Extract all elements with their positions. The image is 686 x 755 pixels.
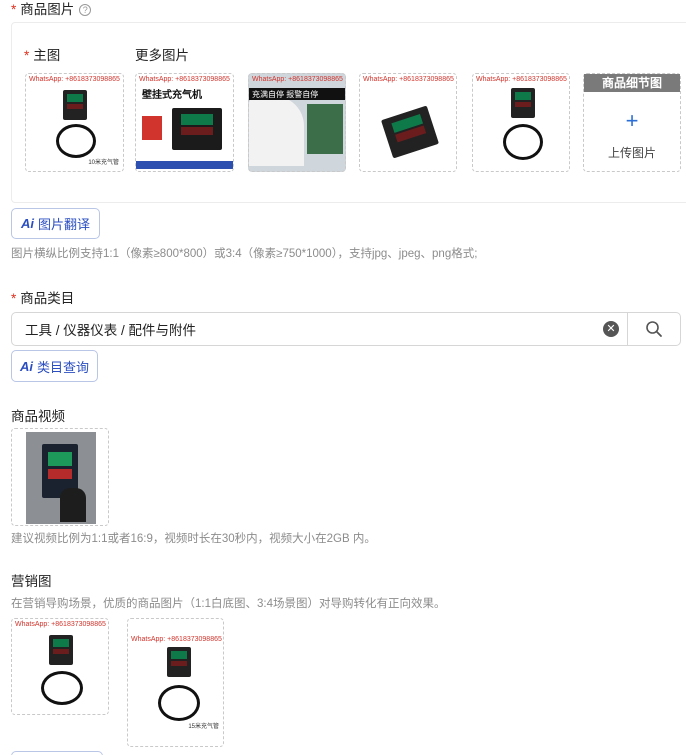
more-image-thumb[interactable]: WhatsApp: +8618373098865 充满自停 报警自停 [248, 73, 346, 172]
red-badge [142, 116, 162, 140]
upload-label: 上传图片 [607, 146, 656, 160]
category-label: * 商品类目 [11, 287, 74, 307]
close-circle-icon[interactable]: ✕ [603, 321, 619, 337]
category-query-label: 类目查询 [37, 359, 90, 375]
watermark: WhatsApp: +8618373098865 [252, 76, 343, 83]
video-label: 商品视频 [11, 409, 65, 424]
required-mark: * [11, 2, 17, 17]
wall-sign [307, 104, 343, 154]
thumb-caption: 10米充气管 [88, 160, 119, 166]
plus-icon: + [625, 108, 639, 133]
video-frame-image [26, 432, 96, 524]
video-thumb[interactable] [11, 428, 109, 526]
marketing-thumb-square[interactable]: WhatsApp: +8618373098865 [11, 618, 109, 715]
watermark: WhatsApp: +8618373098865 [29, 76, 120, 83]
thumb-caption: 充满自停 报警自停 [252, 90, 319, 99]
watermark: WhatsApp: +8618373098865 [476, 76, 567, 83]
watermark: WhatsApp: +8618373098865 [363, 76, 454, 83]
marketing-thumb-portrait[interactable]: WhatsApp: +8618373098865 15米充气管 [127, 618, 224, 747]
watermark: WhatsApp: +8618373098865 [139, 76, 230, 83]
question-circle-icon[interactable]: ? [79, 4, 92, 16]
thumb-title: 壁挂式充气机 [142, 90, 202, 101]
product-images-label: * 商品图片? [11, 0, 92, 18]
more-image-thumb[interactable]: WhatsApp: +8618373098865 [472, 73, 570, 172]
device-image [167, 647, 191, 677]
main-image-thumb[interactable]: WhatsApp: +8618373098865 10米充气管 [25, 73, 124, 172]
product-images-label-text: 商品图片 [20, 2, 75, 17]
image-format-hint: 图片横纵比例支持1:1（像素≥800*800）或3:4（像素≥750*1000）… [11, 248, 478, 260]
video-hint: 建议视频比例为1:1或者16:9，视频时长在30秒内，视频大小在2GB 内。 [11, 533, 376, 545]
search-icon [646, 321, 662, 337]
required-mark: * [11, 291, 17, 306]
upload-detail-image-button[interactable]: 商品细节图 + 上传图片 [583, 73, 681, 172]
category-query-button[interactable]: Ai 类目查询 [11, 350, 99, 382]
device-image [49, 635, 73, 665]
main-image-label: * 主图 [24, 44, 60, 64]
category-label-text: 商品类目 [20, 291, 75, 306]
hand-image [60, 488, 86, 522]
blue-banner [136, 161, 233, 169]
category-search-button[interactable] [627, 313, 680, 345]
ai-icon: Ai [21, 216, 34, 231]
watermark: WhatsApp: +8618373098865 [15, 621, 106, 628]
image-translate-label: 图片翻译 [38, 217, 91, 232]
marketing-label: 营销图 [11, 574, 52, 589]
hose-coil-image [158, 685, 200, 721]
marketing-hint: 在营销导购场景，优质的商品图片（1:1白底图、3:4场景图）对导购转化有正向效果… [11, 598, 446, 610]
ai-icon: Ai [20, 358, 33, 374]
hose-coil-image [56, 124, 96, 158]
hose-coil-image [503, 124, 543, 160]
upload-header: 商品细节图 [584, 74, 680, 92]
more-images-label: 更多图片 [135, 48, 189, 63]
device-image [63, 90, 87, 120]
category-input[interactable]: 工具 / 仪器仪表 / 配件与附件 ✕ [11, 312, 681, 346]
bottom-button-edge[interactable] [11, 751, 103, 755]
more-image-thumb[interactable]: WhatsApp: +8618373098865 [359, 73, 457, 172]
required-mark: * [24, 48, 30, 63]
device-image [172, 108, 222, 150]
device-image [380, 105, 440, 159]
thumb-caption: 15米充气管 [188, 724, 219, 730]
car-image [249, 96, 304, 166]
device-image [511, 88, 535, 118]
image-translate-button[interactable]: Ai 图片翻译 [11, 208, 101, 239]
watermark: WhatsApp: +8618373098865 [131, 636, 222, 643]
more-image-thumb[interactable]: WhatsApp: +8618373098865 壁挂式充气机 [135, 73, 234, 172]
category-value[interactable]: 工具 / 仪器仪表 / 配件与附件 [12, 319, 603, 339]
main-image-label-text: 主图 [33, 48, 61, 63]
hose-coil-image [41, 671, 83, 705]
